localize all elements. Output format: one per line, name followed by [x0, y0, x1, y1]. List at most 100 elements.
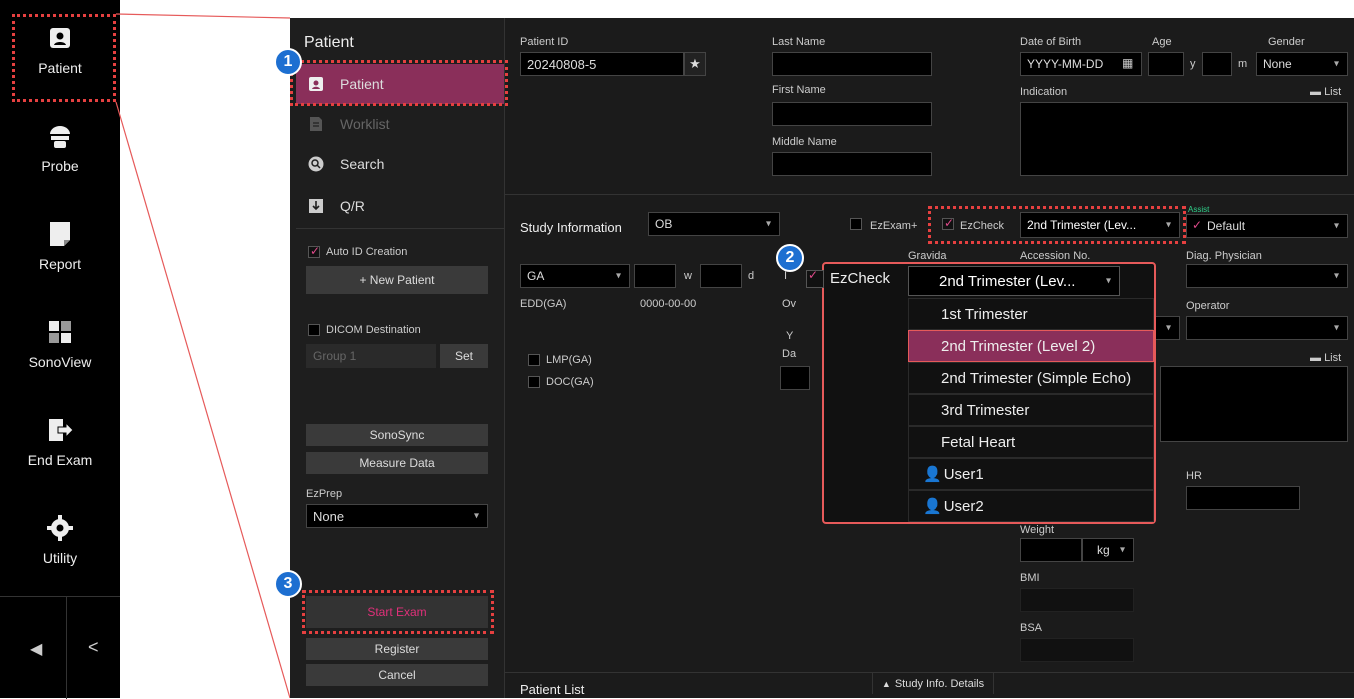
menu-item-qr[interactable]: Q/R [296, 186, 504, 226]
indication-label: Indication [1020, 86, 1068, 98]
partial-field-label: Da [782, 348, 797, 360]
cancel-button[interactable]: Cancel [306, 664, 488, 686]
patient-id-label: Patient ID [520, 36, 569, 48]
option-2nd-trimester-level2[interactable]: 2nd Trimester (Level 2) [908, 330, 1154, 362]
operator-select[interactable] [1186, 316, 1348, 340]
middle-name-field[interactable] [772, 152, 932, 176]
patient-list-label: Patient List [520, 682, 585, 697]
assist-label: Assist [1188, 205, 1210, 214]
age-months-field[interactable] [1202, 52, 1232, 76]
ezexam-checkbox[interactable] [850, 218, 862, 230]
menu-label: Q/R [340, 198, 365, 214]
gender-select[interactable]: None [1256, 52, 1348, 76]
menu-label: Search [340, 156, 385, 172]
comment-list-link[interactable]: ▬ List [1310, 352, 1341, 364]
option-label: 2nd Trimester (Simple Echo) [941, 369, 1132, 387]
edd-value: 0000-00-00 [640, 298, 697, 310]
partial-field-label: Ov [782, 298, 797, 310]
register-button[interactable]: Register [306, 638, 488, 660]
option-label: 2nd Trimester (Level 2) [941, 337, 1096, 355]
dob-label: Date of Birth [1020, 36, 1082, 48]
patient-id-field[interactable]: 20240808-5 [520, 52, 684, 76]
option-1st-trimester[interactable]: 1st Trimester [908, 298, 1154, 330]
menu-item-worklist[interactable]: Worklist [296, 104, 504, 144]
hr-field[interactable] [1186, 486, 1300, 510]
highlight-start-exam [302, 590, 494, 634]
study-type-select[interactable]: OB [648, 212, 780, 236]
age-m-unit: m [1238, 58, 1248, 70]
list-label: List [1324, 352, 1342, 364]
lmp-checkbox[interactable] [528, 354, 540, 366]
option-user2[interactable]: 👤 User2 [908, 490, 1154, 522]
ezcheck-checkbox-zoom[interactable] [806, 268, 824, 288]
step-badge-2: 2 [776, 244, 804, 272]
weight-unit-select[interactable]: kg [1082, 538, 1134, 562]
middle-name-label: Middle Name [772, 136, 837, 148]
menu-item-search[interactable]: Search [296, 144, 504, 184]
option-fetal-heart[interactable]: Fetal Heart [908, 426, 1154, 458]
download-icon [309, 199, 323, 213]
study-info-details-label: Study Info. Details [894, 677, 985, 690]
first-name-field[interactable] [772, 102, 932, 126]
option-user1[interactable]: 👤 User1 [908, 458, 1154, 490]
partial-date-field[interactable] [780, 366, 810, 390]
first-name-label: First Name [772, 84, 826, 96]
ga-select[interactable]: GA [520, 264, 630, 288]
last-name-field[interactable] [772, 52, 932, 76]
diag-physician-select[interactable] [1186, 264, 1348, 288]
step-badge-3: 3 [274, 570, 302, 598]
dicom-destination-label: DICOM Destination [326, 324, 421, 336]
sonosync-button[interactable]: SonoSync [306, 424, 488, 446]
indication-list-link[interactable]: ▬ List [1310, 86, 1341, 98]
option-label: 1st Trimester [941, 305, 1028, 323]
doc-checkbox[interactable] [528, 376, 540, 388]
bmi-field [1020, 588, 1134, 612]
bmi-label: BMI [1020, 572, 1040, 584]
days-unit: d [748, 270, 755, 282]
weeks-unit: w [684, 270, 692, 282]
ezcheck-select-zoom[interactable]: 2nd Trimester (Lev... [908, 266, 1120, 296]
age-y-unit: y [1190, 58, 1196, 70]
dicom-group-field[interactable]: Group 1 [306, 344, 436, 368]
new-patient-button[interactable]: + New Patient [306, 266, 488, 294]
comment-field[interactable] [1160, 366, 1348, 442]
hr-label: HR [1186, 470, 1202, 482]
study-info-details-tab[interactable]: ▲ Study Info. Details [872, 672, 994, 694]
user-icon: 👤 [923, 498, 942, 515]
assist-default-select[interactable]: Default [1186, 214, 1348, 238]
ezexam-label: EzExam+ [870, 220, 918, 232]
option-2nd-trimester-simple-echo[interactable]: 2nd Trimester (Simple Echo) [908, 362, 1154, 394]
bsa-field [1020, 638, 1134, 662]
option-label: 3rd Trimester [941, 401, 1030, 419]
auto-id-checkbox[interactable] [308, 244, 320, 258]
weight-field[interactable] [1020, 538, 1082, 562]
bsa-label: BSA [1020, 622, 1043, 634]
ga-days-field[interactable] [700, 264, 742, 288]
set-button[interactable]: Set [440, 344, 488, 368]
age-label: Age [1152, 36, 1172, 48]
check-icon: ✓ [1192, 218, 1203, 232]
option-3rd-trimester[interactable]: 3rd Trimester [908, 394, 1154, 426]
star-icon[interactable]: ★ [684, 52, 706, 76]
option-label: User1 [943, 465, 984, 483]
option-label: User2 [943, 497, 984, 515]
partial-field-value: Y [786, 330, 794, 342]
user-icon: 👤 [923, 466, 942, 483]
dicom-destination-checkbox[interactable] [308, 324, 320, 336]
age-years-field[interactable] [1148, 52, 1184, 76]
ga-weeks-field[interactable] [634, 264, 676, 288]
gender-label: Gender [1268, 36, 1305, 48]
menu-label: Worklist [340, 116, 390, 132]
ezprep-select[interactable]: None [306, 504, 488, 528]
auto-id-label: Auto ID Creation [326, 246, 408, 258]
calendar-icon[interactable]: ▦ [1122, 56, 1133, 70]
measure-data-button[interactable]: Measure Data [306, 452, 488, 474]
indication-field[interactable] [1020, 102, 1348, 176]
last-name-label: Last Name [772, 36, 826, 48]
highlight-ezcheck [928, 206, 1186, 244]
divider [505, 194, 1354, 195]
accession-label: Accession No. [1020, 250, 1091, 262]
ezprep-label: EzPrep [306, 488, 343, 500]
option-label: Fetal Heart [941, 433, 1016, 451]
study-info-label: Study Information [520, 220, 622, 235]
